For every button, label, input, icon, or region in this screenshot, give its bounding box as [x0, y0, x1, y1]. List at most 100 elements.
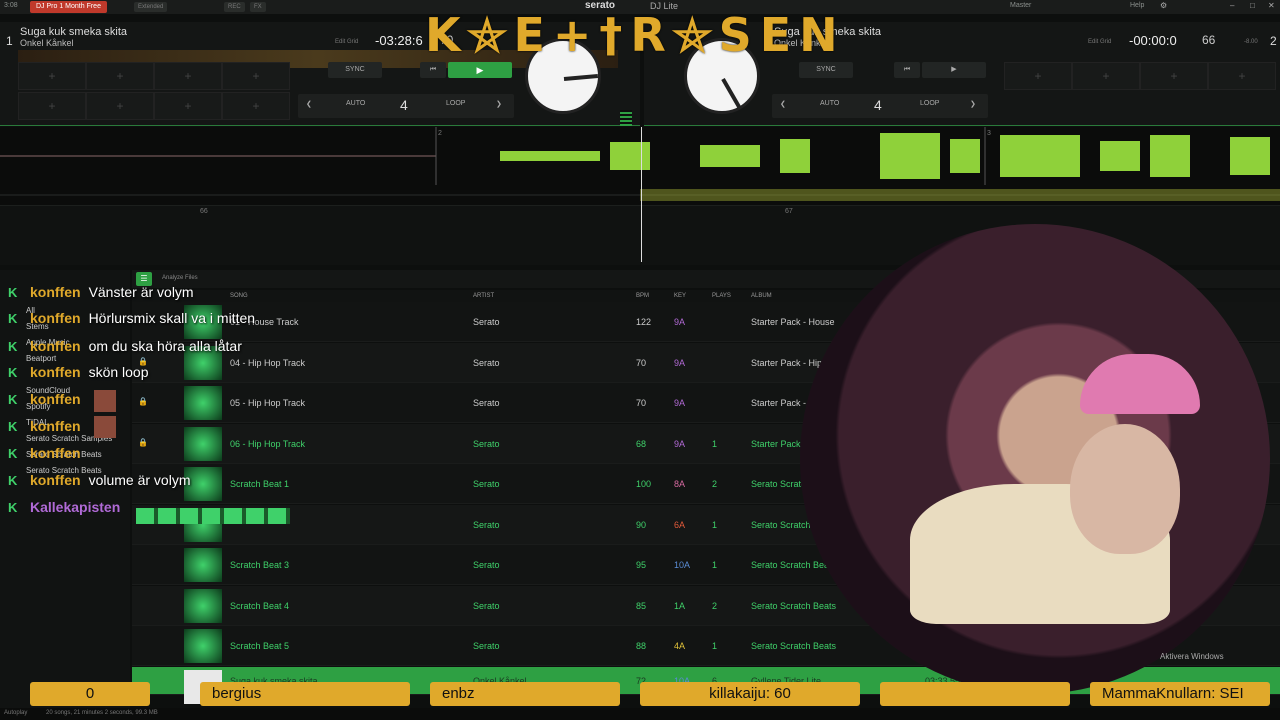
loop-controls: ❮ AUTO 4 LOOP ❯ — [772, 94, 988, 118]
cue-pad[interactable]: + — [1004, 62, 1072, 90]
close-icon[interactable]: ✕ — [1268, 1, 1275, 10]
kick-icon: K — [8, 311, 18, 326]
cue-pad[interactable]: + — [18, 92, 86, 120]
track-artist: Onkel Kånkel — [20, 38, 74, 48]
deck-bpm: 66 — [1202, 33, 1216, 47]
col-artist[interactable]: ARTIST — [473, 293, 494, 299]
gear-icon[interactable]: ⚙ — [1160, 1, 1167, 10]
chat-text: skön loop — [88, 364, 149, 380]
loop-prev-icon[interactable]: ❮ — [306, 100, 312, 108]
ticker-item: MammaKnullarn: SEI — [1090, 682, 1270, 706]
stream-logo: K⛤E+†R⛤SEN — [425, 8, 846, 62]
track-bpm: 68 — [636, 438, 647, 449]
track-key: 9A — [674, 317, 686, 327]
loop-button[interactable]: LOOP — [920, 100, 939, 107]
kick-icon: K — [8, 339, 18, 354]
track-artist: Serato — [473, 560, 500, 570]
auto-loop-label[interactable]: AUTO — [820, 100, 839, 107]
cue-pad[interactable]: + — [1208, 62, 1276, 90]
cue-pad[interactable]: + — [18, 62, 86, 90]
cue-pad[interactable]: + — [154, 92, 222, 120]
track-bpm: 122 — [636, 317, 652, 327]
bar-marker: 2 — [438, 130, 442, 137]
cue-pad[interactable]: + — [154, 62, 222, 90]
track-bpm: 90 — [636, 519, 647, 530]
auto-loop-label[interactable]: AUTO — [346, 100, 365, 107]
cue-pad[interactable]: + — [86, 92, 154, 120]
prev-track-button[interactable]: ⏮ — [420, 62, 446, 78]
cue-pad[interactable]: + — [1140, 62, 1208, 90]
kick-icon: K — [8, 365, 18, 380]
bar-marker: 3 — [987, 130, 991, 137]
edit-grid-button[interactable]: Edit Grid — [1088, 39, 1111, 45]
edit-grid-button[interactable]: Edit Grid — [335, 39, 358, 45]
track-artist: Serato — [473, 398, 500, 408]
promo-button[interactable]: DJ Pro 1 Month Free — [30, 1, 107, 13]
person-face — [1070, 424, 1180, 554]
track-artist: Serato — [473, 479, 500, 489]
track-key: 4A — [674, 641, 686, 651]
cue-pad[interactable]: + — [86, 62, 154, 90]
cue-pad[interactable]: + — [222, 92, 290, 120]
track-plays: 2 — [712, 479, 718, 489]
loop-next-icon[interactable]: ❯ — [970, 100, 976, 108]
chat-message: Kkonffen — [8, 445, 89, 469]
sync-button[interactable]: SYNC — [328, 62, 382, 78]
loop-controls: ❮ AUTO 4 LOOP ❯ — [298, 94, 514, 118]
maximize-icon[interactable]: □ — [1250, 1, 1255, 10]
clock: 3:08 — [4, 2, 18, 9]
chat-message: Kkonffen skön loop — [8, 364, 149, 388]
track-song: Scratch Beat 3 — [230, 560, 290, 570]
cue-pad[interactable]: + — [222, 62, 290, 90]
track-title: Suga kuk smeka skita — [20, 26, 127, 38]
main-waveform[interactable] — [0, 127, 1280, 185]
chat-message: Kkonffen — [8, 391, 89, 415]
play-button[interactable]: ▶ — [922, 62, 986, 78]
windows-watermark: Aktivera Windows — [1160, 652, 1224, 661]
chat-message: Kkonffen volume är volym — [8, 472, 190, 496]
rec-pill[interactable]: REC — [224, 2, 245, 12]
deck-number: 2 — [1270, 34, 1277, 48]
fx-pill[interactable]: FX — [250, 2, 266, 12]
chat-text: om du ska höra alla låtar — [88, 338, 242, 354]
cue-pad[interactable]: + — [1072, 62, 1140, 90]
track-plays: 1 — [712, 438, 718, 449]
ticker-item: bergius — [200, 682, 410, 706]
chat-username: Kallekapisten — [30, 499, 121, 515]
track-key: 10A — [674, 560, 691, 570]
avatar — [94, 390, 116, 412]
extended-pill[interactable]: Extended — [134, 2, 168, 12]
col-bpm[interactable]: BPM — [636, 293, 649, 299]
track-album: Serato Scratch Beats — [751, 600, 837, 611]
chat-username: konffen — [30, 445, 81, 461]
track-album: Starter Pack - House — [751, 317, 835, 327]
kick-icon: K — [8, 419, 18, 434]
prev-track-button[interactable]: ⏮ — [894, 62, 920, 78]
track-plays: 1 — [712, 560, 718, 570]
sync-button[interactable]: SYNC — [799, 62, 853, 78]
col-plays[interactable]: PLAYS — [712, 293, 731, 299]
chat-username: konffen — [30, 418, 81, 434]
col-key[interactable]: KEY — [674, 293, 686, 299]
play-button[interactable]: ▶ — [448, 62, 512, 78]
col-album[interactable]: ALBUM — [751, 293, 772, 299]
col-song[interactable]: SONG — [230, 293, 248, 299]
track-key: 9A — [674, 438, 686, 449]
album-art — [184, 548, 222, 582]
loop-button[interactable]: LOOP — [446, 100, 465, 107]
minimize-icon[interactable]: – — [1230, 1, 1234, 10]
album-art — [184, 629, 222, 663]
chat-text: Hörlursmix skall va i mitten — [88, 310, 256, 326]
track-album: Serato Scratch — [751, 519, 811, 530]
loop-prev-icon[interactable]: ❮ — [780, 100, 786, 108]
analyze-files-button[interactable]: Analyze Files — [162, 275, 198, 281]
chat-message: Kkonffen Vänster är volym — [8, 284, 194, 308]
time-remaining: -03:28:6 — [375, 33, 423, 48]
help-menu[interactable]: Help — [1130, 2, 1144, 9]
status-bar: Autoplay 20 songs, 21 minutes 2 seconds,… — [0, 708, 1280, 720]
autoplay-toggle[interactable]: Autoplay — [4, 710, 27, 716]
ticker-item — [880, 682, 1070, 706]
loop-next-icon[interactable]: ❯ — [496, 100, 502, 108]
track-artist: Serato — [473, 519, 500, 530]
kick-icon: K — [8, 446, 18, 461]
